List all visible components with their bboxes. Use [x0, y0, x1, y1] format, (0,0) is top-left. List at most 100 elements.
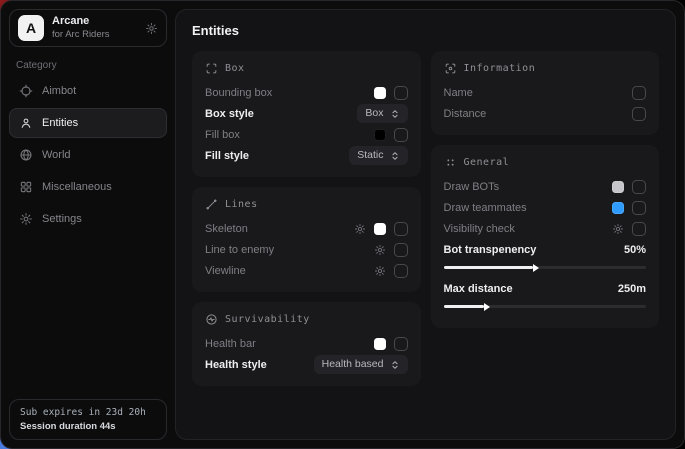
section-general: General Draw BOTs Draw teammates — [431, 145, 660, 328]
sidebar-item-label: Settings — [42, 213, 82, 225]
main-panel: Entities Box Bounding box — [175, 9, 676, 440]
globe-icon — [19, 148, 33, 162]
gear-icon — [19, 212, 33, 226]
entities-icon — [19, 116, 33, 130]
section-information: Information Name Distance — [431, 51, 660, 135]
section-title: Lines — [225, 199, 258, 210]
dropdown-value: Health based — [322, 358, 384, 371]
logo-letter: A — [26, 20, 36, 36]
section-header: Survivability — [205, 313, 408, 326]
checkbox[interactable] — [394, 337, 408, 351]
health-style-dropdown[interactable]: Health based — [314, 355, 408, 374]
checkbox[interactable] — [632, 107, 646, 121]
setting-row: Visibility check — [444, 218, 647, 239]
setting-label: Visibility check — [444, 223, 515, 235]
setting-label: Line to enemy — [205, 244, 274, 256]
bot-transparency-slider[interactable] — [444, 266, 647, 269]
checkbox[interactable] — [394, 86, 408, 100]
color-swatch[interactable] — [374, 87, 386, 99]
color-swatch[interactable] — [612, 181, 624, 193]
sidebar-item-entities[interactable]: Entities — [9, 108, 167, 138]
gear-icon[interactable] — [145, 22, 158, 35]
checkbox[interactable] — [632, 222, 646, 236]
settings-gear-icon[interactable] — [354, 223, 366, 235]
left-column: Box Bounding box Box style Box — [192, 51, 421, 386]
color-swatch[interactable] — [612, 202, 624, 214]
setting-row: Skeleton — [205, 218, 408, 239]
updown-icon — [390, 109, 400, 119]
checkbox[interactable] — [394, 222, 408, 236]
setting-row: Line to enemy — [205, 239, 408, 260]
setting-label: Health style — [205, 359, 267, 371]
box-style-dropdown[interactable]: Box — [357, 104, 407, 123]
line-icon — [205, 198, 218, 211]
app-window: A Arcane for Arc Riders Category Aimbot — [0, 0, 685, 449]
setting-label: Fill style — [205, 150, 249, 162]
app-subtitle: for Arc Riders — [52, 29, 110, 41]
setting-label: Box style — [205, 108, 254, 120]
sidebar-item-world[interactable]: World — [9, 140, 167, 170]
setting-row: Draw BOTs — [444, 176, 647, 197]
dropdown-value: Static — [357, 149, 383, 162]
slider-label-row: Max distance 250m — [444, 278, 647, 299]
section-title: Box — [225, 63, 245, 74]
sub-expiry-text: Sub expires in 23d 20h — [20, 407, 156, 418]
sidebar-item-label: World — [42, 149, 71, 161]
setting-label: Health bar — [205, 338, 256, 350]
setting-label: Viewline — [205, 265, 246, 277]
sidebar-item-miscellaneous[interactable]: Miscellaneous — [9, 172, 167, 202]
section-box: Box Bounding box Box style Box — [192, 51, 421, 177]
subscription-card: Sub expires in 23d 20h Session duration … — [9, 399, 167, 440]
section-header: Information — [444, 62, 647, 75]
setting-label: Skeleton — [205, 223, 248, 235]
checkbox[interactable] — [632, 201, 646, 215]
section-header: General — [444, 156, 647, 169]
color-swatch[interactable] — [374, 223, 386, 235]
app-title: Arcane — [52, 15, 110, 29]
slider-value: 50% — [624, 244, 646, 256]
settings-gear-icon[interactable] — [374, 244, 386, 256]
setting-row: Fill box — [205, 124, 408, 145]
section-lines: Lines Skeleton Line to enemy — [192, 187, 421, 292]
content-columns: Box Bounding box Box style Box — [192, 51, 659, 386]
slider-thumb[interactable] — [484, 303, 490, 311]
settings-gear-icon[interactable] — [612, 223, 624, 235]
settings-gear-icon[interactable] — [374, 265, 386, 277]
brand-card: A Arcane for Arc Riders — [9, 9, 167, 47]
max-distance-slider[interactable] — [444, 305, 647, 308]
setting-row: Name — [444, 82, 647, 103]
checkbox[interactable] — [394, 243, 408, 257]
slider-value: 250m — [618, 283, 646, 295]
setting-row: Bounding box — [205, 82, 408, 103]
sidebar-nav: Aimbot Entities World Miscellaneous — [9, 76, 167, 234]
slider-thumb[interactable] — [533, 264, 539, 272]
sidebar-item-aimbot[interactable]: Aimbot — [9, 76, 167, 106]
checkbox[interactable] — [632, 86, 646, 100]
dropdown-value: Box — [365, 107, 383, 120]
scan-icon — [444, 62, 457, 75]
right-column: Information Name Distance — [431, 51, 660, 328]
setting-label: Bounding box — [205, 87, 272, 99]
sidebar-item-label: Miscellaneous — [42, 181, 112, 193]
app-logo: A — [18, 15, 44, 41]
checkbox[interactable] — [394, 128, 408, 142]
color-swatch[interactable] — [374, 129, 386, 141]
checkbox[interactable] — [632, 180, 646, 194]
section-title: Information — [464, 63, 536, 74]
setting-row: Health style Health based — [205, 354, 408, 375]
brand-text: Arcane for Arc Riders — [52, 15, 110, 41]
category-label: Category — [16, 60, 160, 71]
setting-label: Max distance — [444, 283, 513, 295]
page-title: Entities — [192, 23, 659, 38]
setting-row: Health bar — [205, 333, 408, 354]
setting-row: Box style Box — [205, 103, 408, 124]
checkbox[interactable] — [394, 264, 408, 278]
box-brackets-icon — [205, 62, 218, 75]
slider-fill — [444, 266, 533, 269]
section-header: Lines — [205, 198, 408, 211]
fill-style-dropdown[interactable]: Static — [349, 146, 407, 165]
session-duration-text: Session duration 44s — [20, 421, 156, 432]
color-swatch[interactable] — [374, 338, 386, 350]
sidebar-item-settings[interactable]: Settings — [9, 204, 167, 234]
section-survivability: Survivability Health bar Health style He… — [192, 302, 421, 386]
